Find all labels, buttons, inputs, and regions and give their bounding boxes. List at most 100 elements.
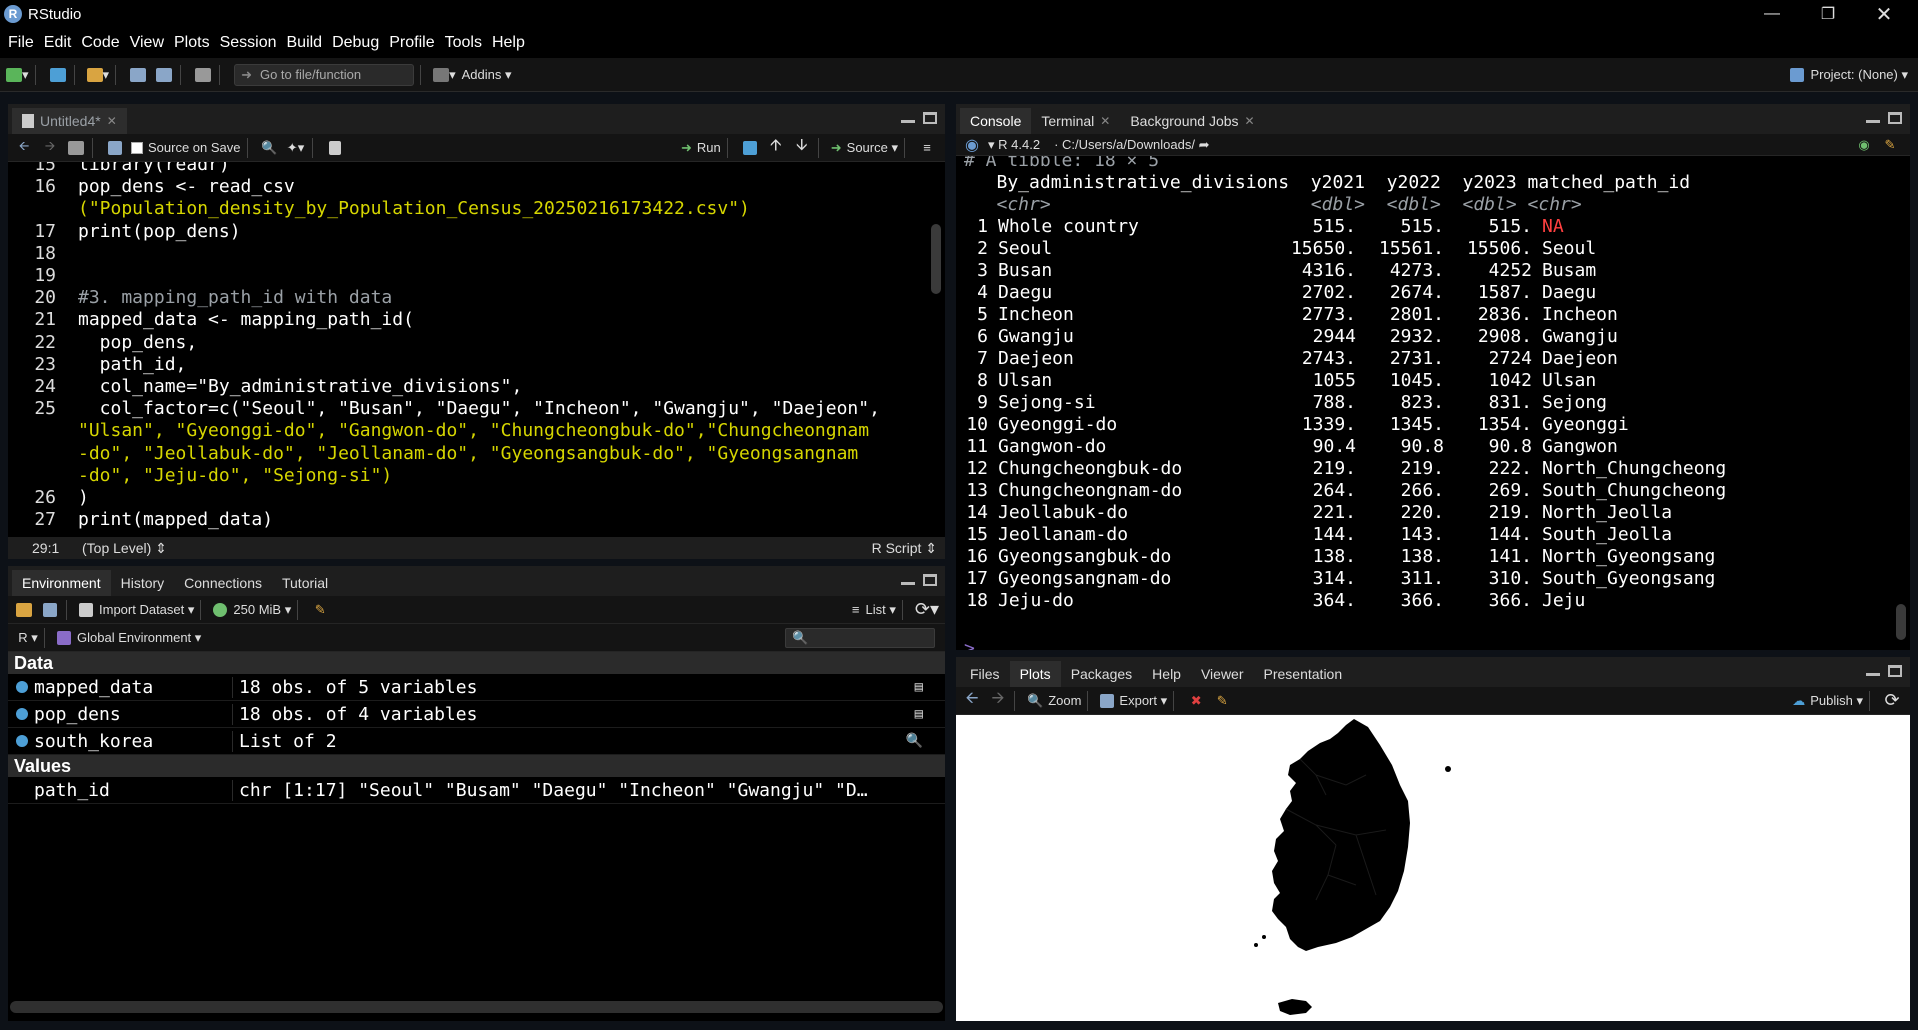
tab-background-jobs[interactable]: Background Jobs ✕ xyxy=(1120,108,1265,134)
memory-usage-button[interactable]: 250 MiB ▾ xyxy=(213,599,291,621)
menu-help[interactable]: Help xyxy=(492,34,525,52)
r-version-menu[interactable]: ▾ R 4.4.2 xyxy=(988,134,1040,156)
language-selector[interactable]: R ▾ xyxy=(18,627,38,649)
tab-connections[interactable]: Connections xyxy=(174,570,272,596)
maximize-pane-icon[interactable] xyxy=(923,112,937,124)
run-button[interactable]: ➜ Run xyxy=(681,137,721,159)
menu-session[interactable]: Session xyxy=(220,34,277,52)
console-scrollbar[interactable] xyxy=(1896,604,1906,640)
source-button[interactable]: ➜ Source ▾ xyxy=(831,137,898,159)
tab-help[interactable]: Help xyxy=(1142,661,1191,687)
env-row[interactable]: south_korea List of 2 🔍 xyxy=(8,728,945,755)
next-plot-icon[interactable]: 🡪 xyxy=(988,690,1008,712)
menu-tools[interactable]: Tools xyxy=(445,34,482,52)
maximize-pane-icon[interactable] xyxy=(923,574,937,586)
menu-plots[interactable]: Plots xyxy=(174,34,210,52)
code-editor[interactable]: 15 library(readr) 16 pop_dens <- read_csv ("… xyxy=(8,162,927,537)
environment-scope-selector[interactable]: Global Environment ▾ xyxy=(57,627,201,649)
save-workspace-icon[interactable] xyxy=(40,599,60,621)
addins-menu[interactable]: Addins ▾ xyxy=(462,64,512,86)
project-menu[interactable]: Project: (None) ▾ xyxy=(1790,64,1908,86)
menu-debug[interactable]: Debug xyxy=(332,34,379,52)
search-icon[interactable]: 🔍 xyxy=(906,733,923,749)
menu-build[interactable]: Build xyxy=(287,34,323,52)
tab-close-icon[interactable]: ✕ xyxy=(1245,114,1255,128)
zoom-button[interactable]: 🔍 Zoom xyxy=(1027,690,1081,712)
tab-viewer[interactable]: Viewer xyxy=(1190,661,1254,687)
file-type-selector[interactable]: R Script ⇕ xyxy=(872,540,937,557)
tab-close-icon[interactable]: ✕ xyxy=(107,114,117,128)
back-arrow-icon[interactable]: 🡨 xyxy=(14,137,34,159)
minimize-icon[interactable]: — xyxy=(1744,0,1800,28)
view-data-icon[interactable]: ▤ xyxy=(915,679,923,695)
goto-file-input[interactable]: ➜ Go to file/function xyxy=(234,63,415,86)
tab-tutorial[interactable]: Tutorial xyxy=(271,570,339,596)
env-row[interactable]: mapped_data 18 obs. of 5 variables ▤ xyxy=(8,674,945,701)
new-file-icon[interactable]: ▾ xyxy=(6,64,29,86)
menu-profile[interactable]: Profile xyxy=(389,34,434,52)
expand-icon[interactable] xyxy=(16,735,28,747)
search-icon[interactable]: 🔍 xyxy=(260,137,280,159)
outline-icon[interactable]: ≡ xyxy=(917,137,937,159)
forward-arrow-icon[interactable]: 🡪 xyxy=(40,137,60,159)
restore-icon[interactable]: ❐ xyxy=(1800,0,1856,28)
minimize-pane-icon[interactable] xyxy=(1866,120,1880,123)
tab-untitled4[interactable]: Untitled4* ✕ xyxy=(12,108,127,134)
tab-environment[interactable]: Environment xyxy=(12,570,111,596)
menu-file[interactable]: File xyxy=(8,34,34,52)
tab-console[interactable]: Console xyxy=(960,108,1032,134)
previous-plot-icon[interactable]: 🡨 xyxy=(962,690,982,712)
rerun-icon[interactable] xyxy=(740,137,760,159)
scope-selector[interactable]: (Top Level) ⇕ xyxy=(82,540,167,557)
refresh-icon[interactable]: ⟳▾ xyxy=(915,599,939,621)
expand-icon[interactable] xyxy=(16,708,28,720)
view-data-icon[interactable]: ▤ xyxy=(915,706,923,722)
list-view-button[interactable]: ≡ List ▾ xyxy=(852,599,896,621)
tab-plots[interactable]: Plots xyxy=(1009,661,1061,687)
save-all-icon[interactable] xyxy=(154,64,174,86)
env-row[interactable]: pop_dens 18 obs. of 4 variables ▤ xyxy=(8,701,945,728)
new-project-icon[interactable] xyxy=(48,64,68,86)
up-arrow-icon[interactable]: 🡩 xyxy=(766,137,786,159)
clear-console-icon[interactable]: ✎ xyxy=(1880,134,1900,156)
tab-history[interactable]: History xyxy=(110,570,175,596)
print-icon[interactable] xyxy=(193,64,213,86)
tab-packages[interactable]: Packages xyxy=(1060,661,1143,687)
env-horizontal-scrollbar[interactable] xyxy=(10,1001,943,1013)
tab-files[interactable]: Files xyxy=(960,661,1010,687)
expand-icon[interactable] xyxy=(16,681,28,693)
close-icon[interactable]: ✕ xyxy=(1856,0,1912,28)
minimize-pane-icon[interactable] xyxy=(1866,673,1880,676)
down-arrow-icon[interactable]: 🡫 xyxy=(792,137,812,159)
minimize-pane-icon[interactable] xyxy=(901,120,915,123)
grid-layout-icon[interactable]: ▾ xyxy=(433,64,456,86)
tab-presentation[interactable]: Presentation xyxy=(1253,661,1353,687)
maximize-pane-icon[interactable] xyxy=(1888,112,1902,124)
working-dir[interactable]: · C:/Users/a/Downloads/ ➦ xyxy=(1054,134,1209,156)
env-row[interactable]: path_id chr [1:17] "Seoul" "Busam" "Daegu… xyxy=(8,777,945,804)
environment-search-input[interactable]: 🔍 xyxy=(785,627,935,648)
compile-report-icon[interactable] xyxy=(325,137,345,159)
clear-plots-icon[interactable]: ✎ xyxy=(1212,690,1232,712)
remove-plot-icon[interactable]: ✖ xyxy=(1186,690,1206,712)
editor-scrollbar[interactable] xyxy=(931,224,941,294)
menu-edit[interactable]: Edit xyxy=(44,34,72,52)
export-button[interactable]: Export ▾ xyxy=(1100,690,1167,712)
broom-icon[interactable]: ✎ xyxy=(310,599,330,621)
open-file-icon[interactable]: ▾ xyxy=(86,64,109,86)
minimize-pane-icon[interactable] xyxy=(901,582,915,585)
tab-terminal[interactable]: Terminal ✕ xyxy=(1031,108,1121,134)
show-in-window-icon[interactable] xyxy=(66,137,86,159)
import-dataset-button[interactable]: Import Dataset ▾ xyxy=(79,599,194,621)
load-workspace-icon[interactable] xyxy=(14,599,34,621)
menu-view[interactable]: View xyxy=(130,34,164,52)
console-output[interactable]: # A tibble: 18 × 5 By_administrative_div… xyxy=(956,156,1892,650)
source-on-save-checkbox[interactable]: Source on Save xyxy=(131,137,241,159)
refresh-plot-icon[interactable]: ⟳ xyxy=(1882,690,1902,712)
magic-wand-icon[interactable]: ✦▾ xyxy=(286,137,306,159)
save-file-icon[interactable] xyxy=(105,137,125,159)
maximize-pane-icon[interactable] xyxy=(1888,665,1902,677)
tab-close-icon[interactable]: ✕ xyxy=(1100,114,1110,128)
publish-button[interactable]: ☁ Publish ▾ xyxy=(1792,690,1863,712)
save-icon[interactable] xyxy=(128,64,148,86)
